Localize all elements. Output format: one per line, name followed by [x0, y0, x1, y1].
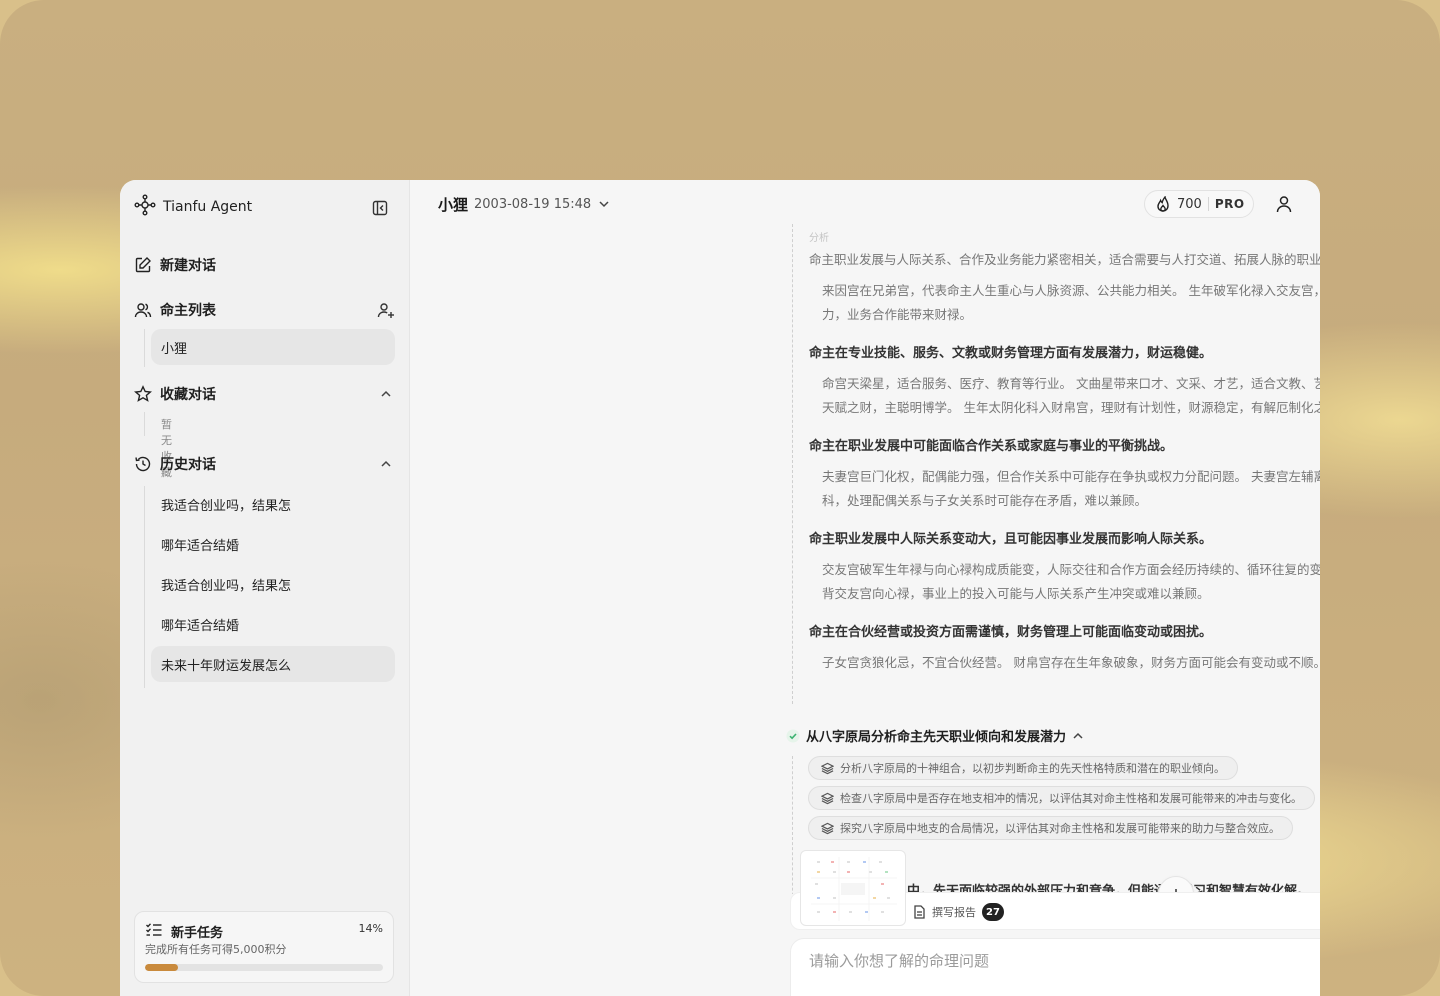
analysis-line: 夫妻宫巨门化权，配偶能力强，但合作关系中可能存在争执或权力分配问题。 夫妻宫左辅… — [822, 469, 1320, 484]
users-icon — [134, 303, 152, 318]
chat-main: 小狸 2003-08-19 15:48 700 PRO 分析 命主职业发展与人际… — [410, 180, 1320, 996]
analysis-paragraph: 来因宫在兄弟宫，代表命主人生重心与人脉资源、公共能力相关。 生年破军化禄入交友宫… — [822, 279, 1320, 327]
task-percent: 14% — [358, 922, 383, 935]
history-header[interactable]: 历史对话 — [134, 452, 396, 476]
layers-icon — [821, 792, 834, 804]
profile-name: 小狸 — [438, 195, 469, 214]
person-item[interactable]: 小狸 — [151, 329, 395, 365]
molecule-logo-icon — [134, 194, 156, 220]
analysis-heading: 命主在合伙经营或投资方面需谨慎，财务管理上可能面临变动或困扰。 — [809, 625, 1213, 640]
write-report-tab[interactable]: 撰写报告 27 — [913, 903, 1004, 921]
analysis-line: 力，业务合作能带来财禄。 — [822, 307, 973, 322]
history-item[interactable]: 哪年适合结婚 — [151, 606, 395, 642]
analysis-label: 分析 — [809, 233, 829, 244]
chevron-up-icon — [1073, 732, 1083, 739]
analysis-line: 交友宫破军生年禄与向心禄构成质能变，人际交往和合作方面会经历持续的、循环往复的变… — [822, 562, 1320, 577]
history-item[interactable]: 哪年适合结婚 — [151, 526, 395, 562]
favorites-list: 暂无收藏 — [144, 412, 172, 479]
analysis-intro: 命主职业发展与人际关系、合作及业务能力紧密相关，适合需要与人打交道、拓展人脉的职… — [809, 252, 1320, 267]
edit-icon — [135, 257, 151, 273]
step-text: 探究八字原局中地支的合局情况，以评估其对命主性格和发展可能带来的助力与整合效应。 — [840, 822, 1280, 835]
check-circle-icon — [786, 729, 800, 743]
analysis-line: 来因宫在兄弟宫，代表命主人生重心与人脉资源、公共能力相关。 生年破军化禄入交友宫… — [822, 283, 1320, 298]
new-chat-label: 新建对话 — [160, 258, 216, 274]
step-connector — [792, 756, 793, 894]
pill-divider — [1207, 197, 1209, 211]
history-item-active[interactable]: 未来十年财运发展怎么 — [151, 646, 395, 682]
favorites-toggle[interactable] — [376, 384, 396, 404]
analysis-heading: 命主在职业发展中可能面临合作关系或家庭与事业的平衡挑战。 — [809, 439, 1174, 454]
step-text: 分析八字原局的十神组合，以初步判断命主的先天性格特质和潜在的职业倾向。 — [840, 762, 1225, 775]
plan-badge: PRO — [1214, 197, 1245, 211]
chat-scroll-area[interactable]: 分析 命主职业发展与人际关系、合作及业务能力紧密相关，适合需要与人打交道、拓展人… — [410, 224, 1320, 894]
history-icon — [135, 456, 151, 472]
question-input[interactable] — [809, 949, 1320, 973]
analysis-heading: 命主职业发展中人际关系变动大，且可能因事业发展而影响人际关系。 — [809, 532, 1213, 547]
layers-icon — [821, 822, 834, 834]
history-item[interactable]: 我适合创业吗，结果怎 — [151, 566, 395, 602]
analysis-paragraph: 夫妻宫巨门化权，配偶能力强，但合作关系中可能存在争执或权力分配问题。 夫妻宫左辅… — [822, 465, 1320, 513]
user-icon — [1276, 196, 1292, 213]
chevron-up-icon — [381, 390, 391, 397]
onboarding-task-card[interactable]: 新手任务 14% 完成所有任务可得5,000积分 — [134, 911, 394, 983]
step-chip[interactable]: 分析八字原局的十神组合，以初步判断命主的先天性格特质和潜在的职业倾向。 — [808, 756, 1238, 780]
brand: Tianfu Agent — [134, 194, 253, 220]
people-list: 小狸 — [144, 329, 395, 367]
sidebar: Tianfu Agent 新建对话 命主列表 小狸 收藏对话 暂无收藏 历史对话… — [120, 180, 410, 996]
task-description: 完成所有任务可得5,000积分 — [145, 943, 287, 956]
write-report-label: 撰写报告 — [932, 906, 976, 919]
chart-thumbnail-image — [811, 857, 897, 921]
points-count: 700 — [1177, 196, 1202, 212]
analysis-line: 天赋之财，主聪明博学。 生年太阴化科入财帛宫，理财有计划性，财源稳定，有解厄制化… — [822, 400, 1320, 415]
step-text: 检查八字原局中是否存在地支相冲的情况，以评估其对命主性格和发展可能带来的冲击与变… — [840, 792, 1302, 805]
sidebar-collapse-icon — [372, 200, 388, 216]
chart-thumbnail[interactable] — [800, 850, 906, 926]
analysis-line: 子女宫贪狼化忌，不宜合伙经营。 财帛宫存在生年象破象，财务方面可能会有变动或不顺… — [822, 655, 1320, 670]
new-chat-button[interactable]: 新建对话 — [134, 253, 396, 277]
favorites-header[interactable]: 收藏对话 — [134, 382, 396, 406]
add-user-icon — [377, 303, 394, 318]
task-progress-fill — [145, 964, 179, 971]
collapse-sidebar-button[interactable] — [370, 198, 390, 218]
profile-selector[interactable]: 小狸 2003-08-19 15:48 — [438, 194, 611, 214]
history-item[interactable]: 我适合创业吗，结果怎 — [151, 486, 395, 522]
people-list-header[interactable]: 命主列表 — [134, 298, 396, 322]
step-section-header[interactable]: 从八字原局分析命主先天职业倾向和发展潜力 — [786, 726, 1084, 745]
user-profile-button[interactable] — [1272, 192, 1296, 216]
step-section-title: 从八字原局分析命主先天职业倾向和发展潜力 — [806, 730, 1067, 745]
chevron-up-icon — [381, 460, 391, 467]
history-toggle[interactable] — [376, 454, 396, 474]
analysis-heading: 命主在专业技能、服务、文教或财务管理方面有发展潜力，财运稳健。 — [809, 346, 1213, 361]
step-chip[interactable]: 探究八字原局中地支的合局情况，以评估其对命主性格和发展可能带来的助力与整合效应。 — [808, 816, 1293, 840]
history-list: 我适合创业吗，结果怎 哪年适合结婚 我适合创业吗，结果怎 哪年适合结婚 未来十年… — [144, 486, 395, 688]
step-chip[interactable]: 检查八字原局中是否存在地支相冲的情况，以评估其对命主性格和发展可能带来的冲击与变… — [808, 786, 1315, 810]
analysis-paragraph: 交友宫破军生年禄与向心禄构成质能变，人际交往和合作方面会经历持续的、循环往复的变… — [822, 558, 1320, 606]
flame-icon — [1157, 196, 1169, 212]
analysis-paragraph: 子女宫贪狼化忌，不宜合伙经营。 财帛宫存在生年象破象，财务方面可能会有变动或不顺… — [822, 651, 1320, 675]
analysis-line: 命宫天梁星，适合服务、医疗、教育等行业。 文曲星带来口才、文采、才艺，适合文教、… — [822, 376, 1320, 391]
points-badge[interactable]: 700 PRO — [1144, 190, 1254, 218]
profile-birth-datetime: 2003-08-19 15:48 — [474, 196, 592, 212]
layers-icon — [821, 762, 834, 774]
history-label: 历史对话 — [160, 457, 216, 473]
task-title: 新手任务 — [171, 926, 224, 941]
document-icon — [914, 905, 925, 919]
task-progress-bar — [145, 964, 383, 971]
checklist-icon — [145, 922, 163, 942]
people-list-label: 命主列表 — [160, 303, 216, 319]
brand-name: Tianfu Agent — [163, 199, 253, 215]
thread-connector — [792, 224, 793, 704]
chevron-down-icon — [599, 201, 609, 208]
question-input-box[interactable] — [790, 938, 1320, 996]
report-count-badge: 27 — [982, 903, 1004, 921]
star-icon — [134, 385, 152, 402]
analysis-paragraph: 命宫天梁星，适合服务、医疗、教育等行业。 文曲星带来口才、文采、才艺，适合文教、… — [822, 372, 1320, 420]
analysis-line: 科，处理配偶关系与子女关系时可能存在矛盾，难以兼顾。 — [822, 493, 1148, 508]
app-window: Tianfu Agent 新建对话 命主列表 小狸 收藏对话 暂无收藏 历史对话… — [120, 180, 1320, 996]
analysis-line: 背交友宫向心禄，事业上的投入可能与人际关系产生冲突或难以兼顾。 — [822, 586, 1210, 601]
favorites-label: 收藏对话 — [160, 387, 216, 403]
add-person-button[interactable] — [376, 300, 396, 320]
